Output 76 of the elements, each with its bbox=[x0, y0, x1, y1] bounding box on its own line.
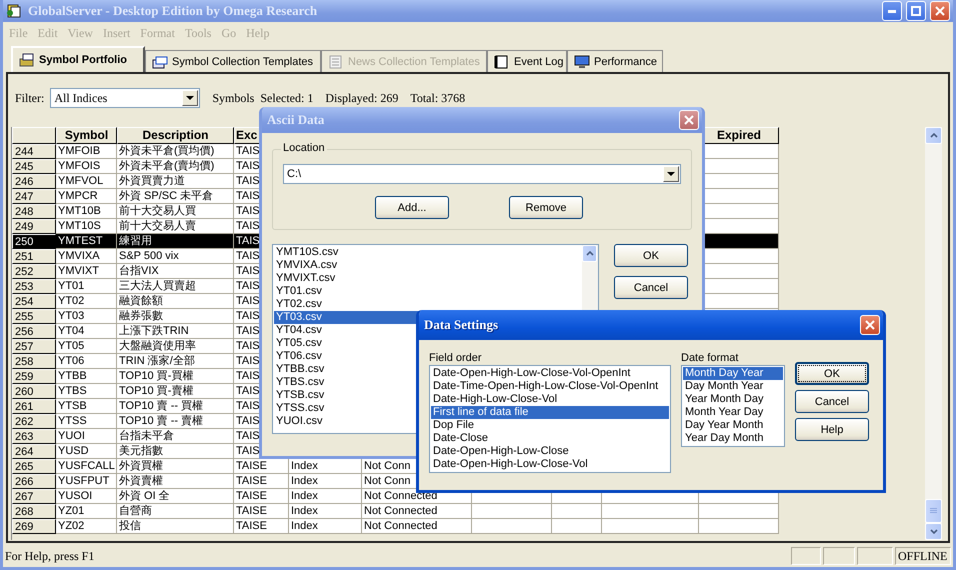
table-cell: TRIN 漲家/全部 bbox=[117, 354, 234, 369]
table-cell: TAISE bbox=[234, 504, 289, 519]
table-cell: TAISE bbox=[234, 474, 289, 489]
table-cell: 前十大交易人賣 bbox=[117, 219, 234, 234]
field-order-label: Field order bbox=[429, 352, 483, 364]
table-cell: YUSFCALL bbox=[56, 459, 117, 474]
table-cell: YT05 bbox=[56, 339, 117, 354]
table-cell: YMFVOL bbox=[56, 174, 117, 189]
table-cell: 美元指數 bbox=[117, 444, 234, 459]
table-cell: 練習用 bbox=[117, 234, 234, 249]
table-cell: TOP10 賣 -- 賣權 bbox=[117, 414, 234, 429]
table-cell: TAISE bbox=[234, 459, 289, 474]
date-format-label: Date format bbox=[681, 352, 740, 364]
table-cell: 外資買賣力道 bbox=[117, 174, 234, 189]
table-cell: YUOI bbox=[56, 429, 117, 444]
table-cell: 台指未平倉 bbox=[117, 429, 234, 444]
table-cell: YMTEST bbox=[56, 234, 117, 249]
table-cell: YT02 bbox=[56, 294, 117, 309]
table-cell: TOP10 賣 -- 買權 bbox=[117, 399, 234, 414]
table-cell: TOP10 買-賣權 bbox=[117, 384, 234, 399]
table-cell: YMT10B bbox=[56, 204, 117, 219]
table-cell: Index bbox=[289, 474, 362, 489]
table-cell: 上漲下跌TRIN bbox=[117, 324, 234, 339]
table-cell: Index bbox=[289, 489, 362, 504]
table-cell: Index bbox=[289, 504, 362, 519]
table-cell: YUSOI bbox=[56, 489, 117, 504]
table-cell: YMVIXT bbox=[56, 264, 117, 279]
table-cell: 投信 bbox=[117, 519, 234, 534]
table-cell: YMFOIS bbox=[56, 159, 117, 174]
table-cell: 大盤融資使用率 bbox=[117, 339, 234, 354]
table-cell: 自營商 bbox=[117, 504, 234, 519]
table-cell: TAISE bbox=[234, 519, 289, 534]
table-cell: Index bbox=[289, 459, 362, 474]
table-cell: YT03 bbox=[56, 309, 117, 324]
table-cell: YTBS bbox=[56, 384, 117, 399]
table-cell: YMFOIB bbox=[56, 144, 117, 159]
table-cell: YT06 bbox=[56, 354, 117, 369]
dialog-title: Ascii Data bbox=[266, 112, 326, 128]
table-cell: 三大法人買賣超 bbox=[117, 279, 234, 294]
table-cell: 外資未平倉(買均價) bbox=[117, 144, 234, 159]
table-cell: YUSD bbox=[56, 444, 117, 459]
table-cell: 外資 SP/SC 未平倉 bbox=[117, 189, 234, 204]
table-cell: 台指VIX bbox=[117, 264, 234, 279]
table-cell: S&P 500 vix bbox=[117, 249, 234, 264]
table-cell: YMPCR bbox=[56, 189, 117, 204]
symbol-count: Total: 3768 bbox=[410, 90, 466, 106]
filter-label: Filter: bbox=[15, 90, 44, 106]
group-label: Location bbox=[281, 142, 327, 154]
table-cell: Not Connected bbox=[362, 504, 472, 519]
table-cell: TAISE bbox=[234, 489, 289, 504]
table-cell: Not Connected bbox=[362, 519, 472, 534]
table-cell: YUSFPUT bbox=[56, 474, 117, 489]
table-cell: 前十大交易人買 bbox=[117, 204, 234, 219]
table-cell: YZ01 bbox=[56, 504, 117, 519]
table-cell: 融券張數 bbox=[117, 309, 234, 324]
table-cell: 外資買權 bbox=[117, 459, 234, 474]
connection-status: OFFLINE bbox=[895, 547, 951, 565]
table-cell: YZ02 bbox=[56, 519, 117, 534]
status-text: For Help, press F1 bbox=[5, 548, 96, 564]
symbol-count: Displayed: 269 bbox=[325, 90, 398, 106]
table-cell: 外資 OI 全 bbox=[117, 489, 234, 504]
table-cell: YT04 bbox=[56, 324, 117, 339]
window-title: GlobalServer - Desktop Edition by Omega Research bbox=[27, 3, 318, 19]
table-cell: 外資賣權 bbox=[117, 474, 234, 489]
table-cell: Index bbox=[289, 519, 362, 534]
table-cell: YT01 bbox=[56, 279, 117, 294]
table-cell: YMVIXA bbox=[56, 249, 117, 264]
table-cell: 外資未平倉(賣均價) bbox=[117, 159, 234, 174]
symbol-count: Symbols Selected: 1 bbox=[212, 90, 314, 106]
dialog-title: Data Settings bbox=[423, 317, 500, 333]
table-cell: YTBB bbox=[56, 369, 117, 384]
table-cell: YTSB bbox=[56, 399, 117, 414]
table-cell: TOP10 買-買權 bbox=[117, 369, 234, 384]
table-cell: YMT10S bbox=[56, 219, 117, 234]
table-cell: YTSS bbox=[56, 414, 117, 429]
table-cell: 融資餘額 bbox=[117, 294, 234, 309]
